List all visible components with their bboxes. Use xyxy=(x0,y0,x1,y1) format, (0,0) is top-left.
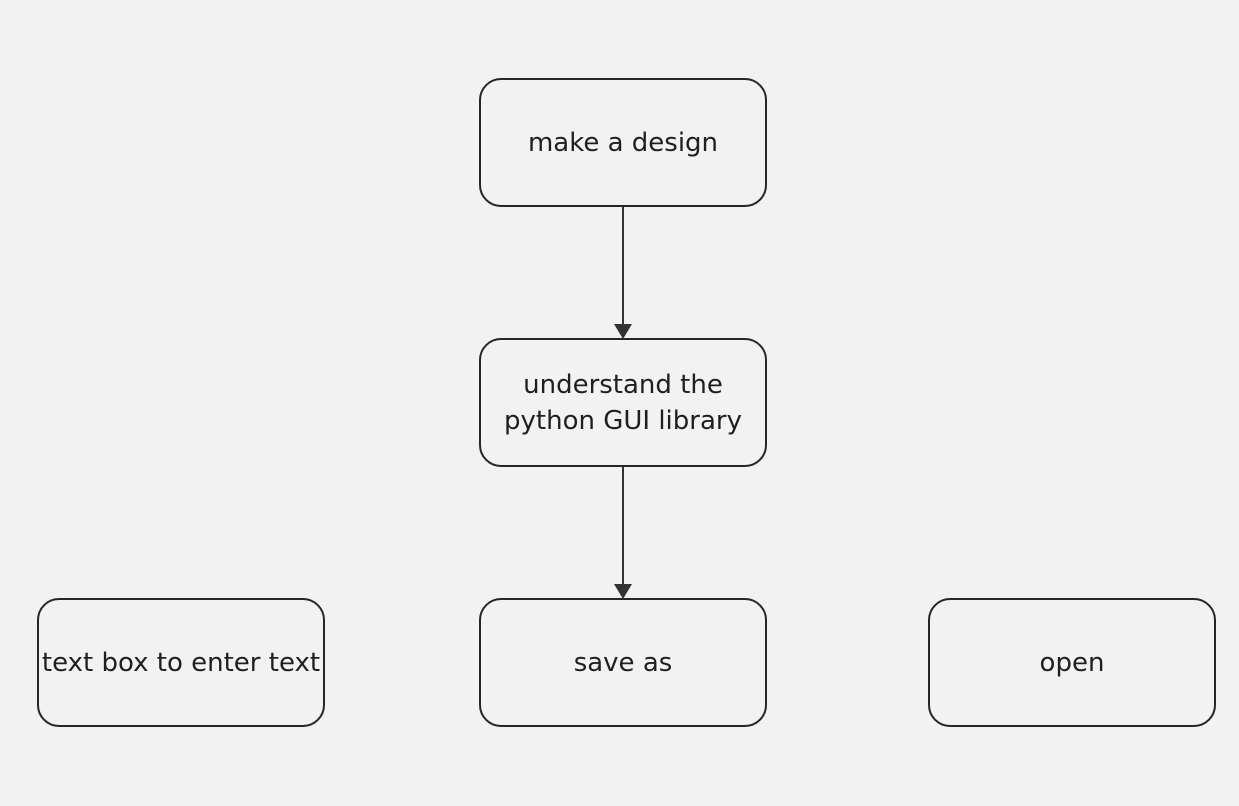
node-label: save as xyxy=(573,647,673,678)
node-label: text box to enter text xyxy=(41,647,321,678)
node-save-as[interactable]: save as xyxy=(479,598,767,727)
node-label: open xyxy=(1039,647,1105,678)
node-text-box[interactable]: text box to enter text xyxy=(37,598,325,727)
node-label: understand the python GUI library xyxy=(504,369,742,436)
node-open[interactable]: open xyxy=(928,598,1216,727)
arrowhead-saveas xyxy=(614,584,632,599)
node-label: make a design xyxy=(527,127,719,158)
node-make-a-design[interactable]: make a design xyxy=(479,78,767,207)
node-understand-gui-library[interactable]: understand the python GUI library xyxy=(479,338,767,467)
arrowhead-library xyxy=(614,324,632,339)
